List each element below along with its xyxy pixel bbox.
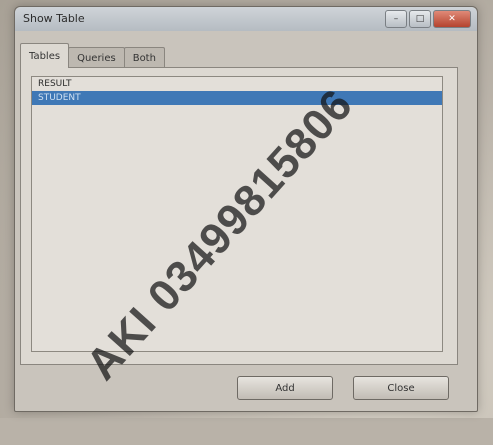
tab-panel: RESULT STUDENT [20,67,458,365]
close-button[interactable]: Close [353,376,449,400]
add-button[interactable]: Add [237,376,333,400]
list-item-result[interactable]: RESULT [32,77,442,91]
table-listbox[interactable]: RESULT STUDENT [31,76,443,352]
tab-both[interactable]: Both [124,47,165,68]
window-controls: – □ ✕ [385,10,471,28]
tab-strip: Tables Queries Both [20,42,164,68]
minimize-button[interactable]: – [385,10,407,28]
close-window-button[interactable]: ✕ [433,10,471,28]
maximize-icon: □ [416,14,425,24]
list-item-student[interactable]: STUDENT [32,91,442,105]
close-icon: ✕ [448,14,456,24]
window-title: Show Table [23,12,85,25]
maximize-button[interactable]: □ [409,10,431,28]
tab-queries[interactable]: Queries [68,47,125,68]
title-bar[interactable]: Show Table – □ ✕ [15,7,477,31]
minimize-icon: – [394,14,399,24]
tab-tables[interactable]: Tables [20,43,69,68]
